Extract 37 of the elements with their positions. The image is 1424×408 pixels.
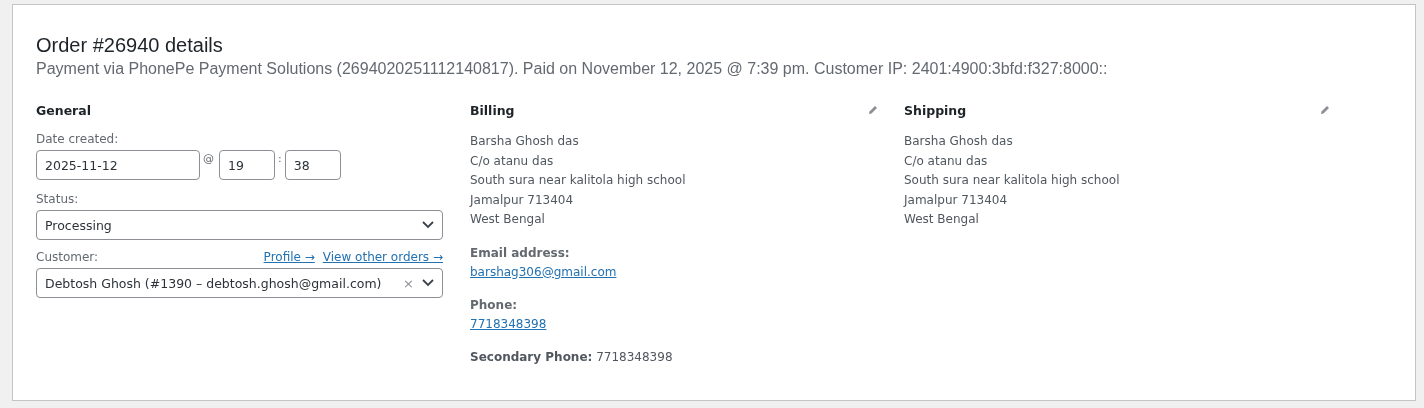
colon-separator: : (278, 152, 282, 165)
address-line: Barsha Ghosh das (904, 133, 1014, 150)
at-sign: @ (203, 152, 214, 165)
field-label: Customer: (36, 250, 99, 264)
minute-field[interactable]: 38 (284, 150, 341, 180)
pencil-icon[interactable] (868, 105, 878, 115)
chevron-down-icon (422, 279, 434, 287)
customer-link[interactable]: View other orders → (322, 250, 443, 264)
hour-field[interactable]: 19 (219, 150, 275, 180)
clear-button[interactable]: × (403, 275, 414, 291)
address-line: C/o atanu das (904, 152, 989, 170)
address-line: West Bengal (904, 211, 980, 228)
section-heading: General (36, 103, 92, 118)
contact-link[interactable]: 7718348398 (470, 316, 547, 331)
secondary-phone: Secondary Phone: 7718348398 (470, 348, 674, 366)
date-field[interactable]: 2025-11-12 (36, 150, 200, 180)
chevron-down-icon (422, 221, 434, 229)
status-select[interactable]: Processing (36, 210, 443, 240)
payment-info: Payment via PhonePe Payment Solutions (2694020251112140817). Paid on November 12, 2025 @ 7:39 pm. Customer IP: 2401:4900:3bfd:f327:8000:: (36, 59, 1109, 79)
section-heading: Billing (470, 103, 515, 118)
pencil-icon[interactable] (1320, 105, 1330, 115)
customer-select[interactable]: Debtosh Ghosh (#1390 – debtosh.ghosh@gmail.com) × (36, 268, 443, 298)
address-line: West Bengal (470, 211, 546, 228)
field-label: Email address: (470, 244, 571, 262)
address-line: Jamalpur 713404 (470, 191, 575, 209)
address-line: Jamalpur 713404 (904, 191, 1009, 209)
address-line: South sura near kalitola high school (470, 172, 687, 189)
address-line: Barsha Ghosh das (470, 133, 580, 150)
customer-link[interactable]: Profile → (263, 250, 315, 264)
contact-link[interactable]: barshag306@gmail.com (470, 264, 617, 279)
address-line: South sura near kalitola high school (904, 172, 1121, 189)
address-line: C/o atanu das (470, 152, 555, 170)
section-heading: Shipping (904, 103, 967, 118)
field-label: Date created: (36, 132, 120, 146)
order-title: Order #26940 details (36, 33, 224, 57)
field-label: Status: (36, 192, 80, 206)
field-label: Phone: (470, 296, 519, 314)
